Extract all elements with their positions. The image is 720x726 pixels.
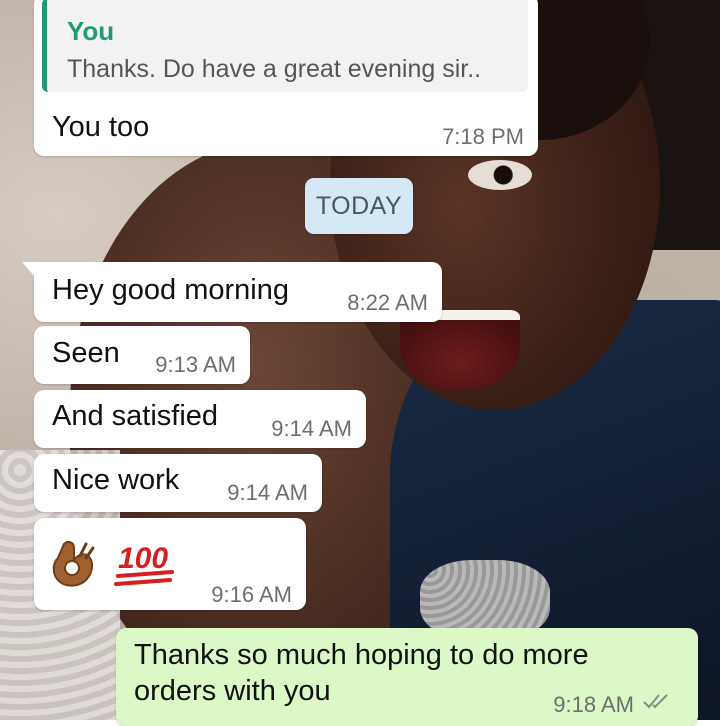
message-text: Seen [52, 337, 120, 369]
message-time: 7:18 PM [442, 124, 524, 149]
quoted-text: Thanks. Do have a great evening sir.. [67, 55, 482, 83]
message-bubble[interactable]: Hey good morning 8:22 AM [22, 262, 442, 322]
message-text-line-2: orders with you [134, 675, 331, 707]
message-text: And satisfied [52, 400, 219, 432]
reply-message-bubble[interactable]: You Thanks. Do have a great evening sir.… [34, 0, 538, 156]
quoted-author: You [67, 16, 115, 46]
sent-message-bubble[interactable]: Thanks so much hoping to do more orders … [116, 628, 698, 726]
message-time: 9:14 AM [227, 480, 308, 505]
date-divider: TODAY [305, 178, 413, 234]
svg-text:100: 100 [118, 542, 168, 575]
message-time: 9:13 AM [155, 352, 236, 377]
message-text: You too [52, 111, 150, 143]
message-time: 9:18 AM [553, 692, 634, 717]
emoji-message-bubble[interactable]: 100 9:16 AM [34, 518, 306, 610]
message-text: Hey good morning [52, 274, 289, 306]
message-time: 9:14 AM [271, 416, 352, 441]
double-check-icon [643, 694, 668, 709]
bubble-tail [22, 262, 36, 278]
message-bubble[interactable]: Seen 9:13 AM [34, 326, 250, 384]
ok-hand-emoji [52, 540, 95, 587]
message-bubble[interactable]: And satisfied 9:14 AM [34, 390, 366, 448]
message-time: 8:22 AM [347, 290, 428, 315]
message-bubble[interactable]: Nice work 9:14 AM [34, 454, 322, 512]
message-time: 9:16 AM [211, 582, 292, 607]
hundred-points-emoji: 100 [114, 542, 174, 586]
quoted-message[interactable]: You Thanks. Do have a great evening sir.… [42, 0, 528, 92]
message-text: Nice work [52, 464, 180, 496]
message-text-line-1: Thanks so much hoping to do more [134, 639, 589, 671]
